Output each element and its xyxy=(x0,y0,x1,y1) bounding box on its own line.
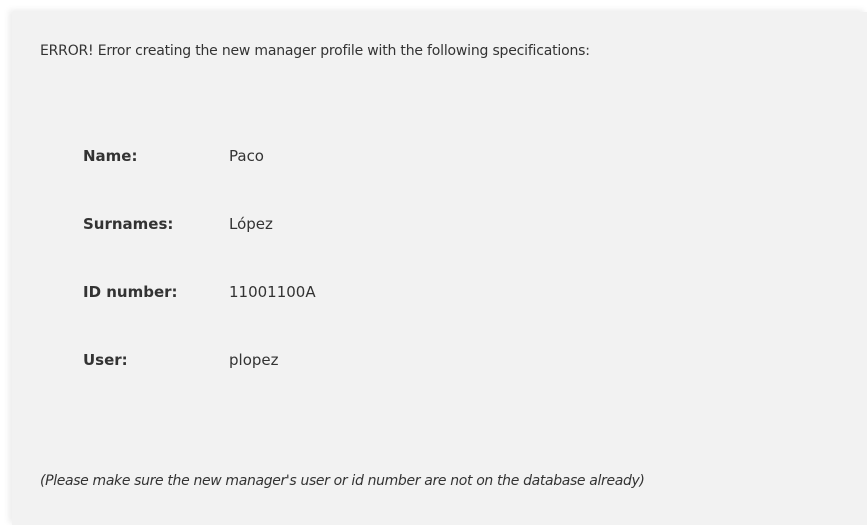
spec-row-id-number: ID number: 11001100A xyxy=(83,283,316,351)
user-value: plopez xyxy=(229,351,279,369)
spec-row-name: Name: Paco xyxy=(83,147,316,215)
id-number-label: ID number: xyxy=(83,283,178,301)
name-value: Paco xyxy=(229,147,264,165)
spec-row-surnames: Surnames: López xyxy=(83,215,316,283)
id-number-value: 11001100A xyxy=(229,283,316,301)
user-label: User: xyxy=(83,351,128,369)
database-note: (Please make sure the new manager's user… xyxy=(40,473,645,489)
name-label: Name: xyxy=(83,147,138,165)
error-message-panel: ERROR! Error creating the new manager pr… xyxy=(12,12,867,525)
manager-specifications-table: Name: Paco Surnames: López ID number: 11… xyxy=(83,147,316,419)
spec-row-user: User: plopez xyxy=(83,351,316,419)
surnames-value: López xyxy=(229,215,273,233)
error-title: ERROR! Error creating the new manager pr… xyxy=(40,43,590,59)
surnames-label: Surnames: xyxy=(83,215,174,233)
